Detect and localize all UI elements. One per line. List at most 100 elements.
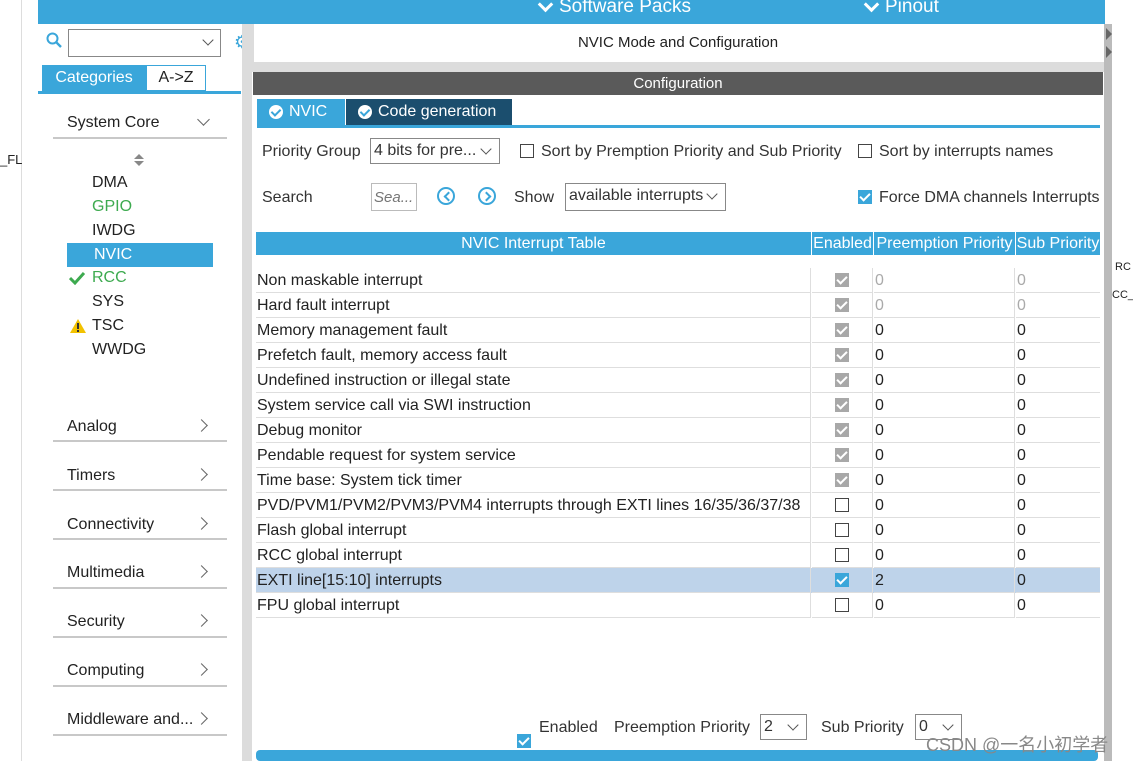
table-row[interactable]: PVD/PVM1/PVM2/PVM3/PVM4 interrupts throu… — [256, 493, 1100, 518]
panel-splitter[interactable] — [242, 24, 252, 761]
sub-priority-cell[interactable]: 0 — [1016, 268, 1100, 293]
chevron-down-icon — [942, 719, 954, 731]
category-computing[interactable]: Computing — [67, 662, 144, 680]
gear-icon[interactable]: ⚙ — [234, 32, 242, 50]
table-row[interactable]: System service call via SWI instruction 0… — [256, 393, 1100, 418]
column-header-preemption[interactable]: Preemption Priority — [874, 232, 1015, 255]
table-row[interactable]: EXTI line[15:10] interrupts 2 0 — [256, 568, 1100, 593]
interrupt-enabled-checkbox[interactable] — [835, 573, 849, 587]
preemption-priority-select[interactable]: 2 — [760, 714, 807, 740]
sort-down-icon[interactable] — [134, 161, 144, 166]
preemption-priority-cell[interactable]: 0 — [874, 493, 1015, 518]
sub-priority-cell[interactable]: 0 — [1016, 343, 1100, 368]
table-row[interactable]: Prefetch fault, memory access fault 0 0 — [256, 343, 1100, 368]
preemption-priority-cell[interactable]: 0 — [874, 393, 1015, 418]
software-packs-menu[interactable]: Software Packs — [537, 0, 691, 18]
preemption-priority-cell[interactable]: 0 — [874, 443, 1015, 468]
sub-priority-cell[interactable]: 0 — [1016, 468, 1100, 493]
enabled-cell — [812, 268, 873, 293]
preemption-priority-cell[interactable]: 0 — [874, 518, 1015, 543]
preemption-priority-cell[interactable]: 0 — [874, 268, 1015, 293]
sort-names-checkbox[interactable] — [858, 144, 872, 158]
pinout-menu[interactable]: Pinout — [863, 0, 939, 18]
category-search-combo[interactable] — [68, 29, 221, 57]
category-connectivity[interactable]: Connectivity — [67, 516, 154, 534]
table-row[interactable]: Undefined instruction or illegal state 0 0 — [256, 368, 1100, 393]
sidebar-item-nvic-selected[interactable] — [67, 243, 213, 267]
sidebar-item-wwdg[interactable]: WWDG — [92, 341, 146, 359]
column-header-sub-priority[interactable]: Sub Priority — [1016, 232, 1100, 255]
search-next-icon[interactable] — [478, 187, 496, 205]
sub-priority-cell[interactable]: 0 — [1016, 543, 1100, 568]
tab-nvic[interactable]: NVIC — [257, 99, 345, 125]
interrupt-enabled-checkbox[interactable] — [835, 523, 849, 537]
sidebar-item-rcc[interactable]: RCC — [92, 269, 127, 287]
preemption-priority-cell[interactable]: 0 — [874, 543, 1015, 568]
search-previous-icon[interactable] — [437, 187, 455, 205]
interrupt-enabled-checkbox — [835, 398, 849, 412]
tab-a-to-z[interactable]: A->Z — [146, 65, 206, 91]
preemption-priority-cell[interactable]: 0 — [874, 418, 1015, 443]
category-multimedia[interactable]: Multimedia — [67, 564, 144, 582]
sub-priority-cell[interactable]: 0 — [1016, 293, 1100, 318]
category-analog[interactable]: Analog — [67, 418, 117, 436]
table-row[interactable]: FPU global interrupt 0 0 — [256, 593, 1100, 618]
sort-premption-checkbox[interactable] — [520, 144, 534, 158]
sidebar-item-iwdg[interactable]: IWDG — [92, 222, 136, 240]
interrupt-enabled-checkbox — [835, 273, 849, 287]
preemption-priority-cell[interactable]: 0 — [874, 293, 1015, 318]
preemption-priority-cell[interactable]: 0 — [874, 468, 1015, 493]
enabled-checkbox[interactable] — [517, 734, 531, 748]
sort-up-icon[interactable] — [134, 154, 144, 159]
sub-priority-cell[interactable]: 0 — [1016, 493, 1100, 518]
preemption-priority-cell[interactable]: 2 — [874, 568, 1015, 593]
sub-priority-cell[interactable]: 0 — [1016, 418, 1100, 443]
column-header-enabled[interactable]: Enabled — [812, 232, 873, 255]
tab-code-generation[interactable]: Code generation — [346, 99, 512, 125]
table-row[interactable]: Time base: System tick timer 0 0 — [256, 468, 1100, 493]
category-security[interactable]: Security — [67, 613, 125, 631]
sub-priority-cell[interactable]: 0 — [1016, 393, 1100, 418]
sub-priority-cell[interactable]: 0 — [1016, 368, 1100, 393]
preemption-priority-cell[interactable]: 0 — [874, 368, 1015, 393]
interrupt-search-input[interactable] — [371, 183, 417, 211]
force-dma-checkbox[interactable] — [858, 190, 872, 204]
sidebar-item-tsc[interactable]: TSC — [92, 317, 124, 335]
table-row[interactable]: Flash global interrupt 0 0 — [256, 518, 1100, 543]
column-header-name[interactable]: NVIC Interrupt Table — [256, 232, 811, 255]
preemption-priority-cell[interactable]: 0 — [874, 593, 1015, 618]
interrupt-enabled-checkbox[interactable] — [835, 548, 849, 562]
tab-code-generation-label: Code generation — [378, 103, 497, 120]
category-middleware[interactable]: Middleware and... — [67, 711, 193, 729]
watermark: CSDN @一名小初学者 — [926, 735, 1109, 755]
table-row[interactable]: Hard fault interrupt 0 0 — [256, 293, 1100, 318]
category-system-core[interactable]: System Core — [67, 114, 159, 132]
search-icon[interactable] — [46, 32, 62, 48]
table-row[interactable]: RCC global interrupt 0 0 — [256, 543, 1100, 568]
interrupt-enabled-checkbox[interactable] — [835, 598, 849, 612]
preemption-priority-cell[interactable]: 0 — [874, 343, 1015, 368]
table-row[interactable]: Pendable request for system service 0 0 — [256, 443, 1100, 468]
sub-priority-cell[interactable]: 0 — [1016, 318, 1100, 343]
table-row[interactable]: Debug monitor 0 0 — [256, 418, 1100, 443]
table-row[interactable]: Memory management fault 0 0 — [256, 318, 1100, 343]
preemption-priority-value: 2 — [764, 718, 773, 735]
sidebar-item-gpio[interactable]: GPIO — [92, 198, 132, 216]
tab-categories[interactable]: Categories — [42, 65, 146, 91]
sub-priority-cell[interactable]: 0 — [1016, 518, 1100, 543]
category-timers[interactable]: Timers — [67, 467, 115, 485]
sub-priority-cell[interactable]: 0 — [1016, 593, 1100, 618]
sidebar-item-sys[interactable]: SYS — [92, 293, 124, 311]
chevron-down-icon — [537, 0, 554, 12]
sidebar-item-nvic[interactable]: NVIC — [94, 246, 132, 264]
show-filter-select[interactable]: available interrupts — [565, 183, 726, 211]
sidebar-item-dma[interactable]: DMA — [92, 174, 128, 192]
sub-priority-cell[interactable]: 0 — [1016, 568, 1100, 593]
priority-group-select[interactable]: 4 bits for pre... — [370, 138, 500, 164]
interrupt-enabled-checkbox[interactable] — [835, 498, 849, 512]
sub-priority-cell[interactable]: 0 — [1016, 443, 1100, 468]
table-row[interactable]: Non maskable interrupt 0 0 — [256, 268, 1100, 293]
enabled-label: Enabled — [539, 719, 598, 736]
preemption-priority-cell[interactable]: 0 — [874, 318, 1015, 343]
right-scroll-edge[interactable] — [1104, 24, 1112, 761]
